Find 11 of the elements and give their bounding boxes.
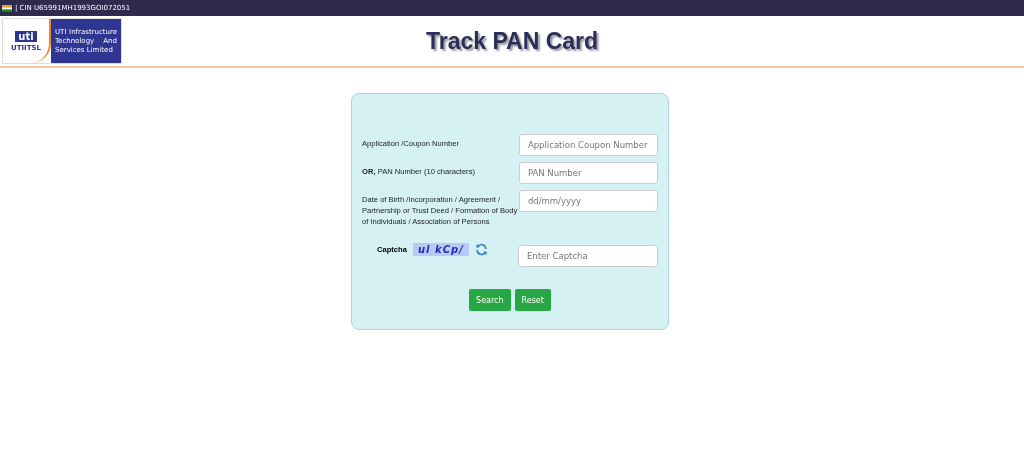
input-field[interactable]: Enter Captcha	[518, 245, 658, 267]
page-title: Track PAN Card	[425, 27, 599, 55]
refresh-icon[interactable]	[474, 243, 488, 256]
flag-icon	[2, 4, 12, 12]
captcha-image: ul kCp/	[412, 243, 469, 256]
search-button[interactable]: Search	[469, 289, 511, 311]
input-field[interactable]: dd/mm/yyyy	[518, 190, 658, 212]
input-field[interactable]: PAN Number	[518, 162, 658, 184]
reset-button[interactable]: Reset	[514, 289, 551, 311]
input-field[interactable]: Application Coupon Number	[518, 134, 658, 156]
logo-mark: uti	[15, 30, 37, 42]
